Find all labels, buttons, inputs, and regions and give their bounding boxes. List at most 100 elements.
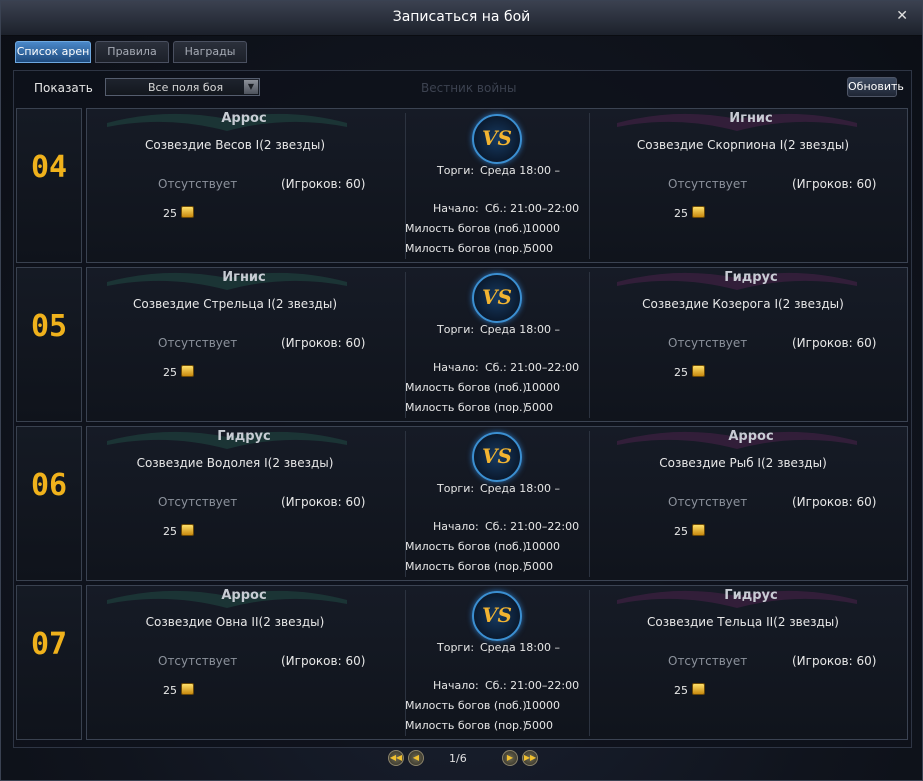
start-value: Сб.: 21:00–22:00 — [485, 679, 580, 692]
divider — [405, 113, 406, 259]
vs-icon: VS — [472, 432, 522, 482]
battle-card[interactable]: Игнис Созвездие Стрельца I(2 звезды) Отс… — [86, 267, 908, 422]
start-label: Начало: — [433, 520, 479, 533]
right-status: Отсутствует — [668, 336, 748, 350]
battle-row[interactable]: 04 Аррос Созвездие Весов I(2 звезды) Отс… — [16, 108, 908, 264]
battlefield-filter-select[interactable]: Все поля боя ▼ — [105, 78, 260, 96]
divider — [589, 272, 590, 418]
divider — [405, 590, 406, 736]
bid-label: Торги: — [437, 164, 475, 177]
favor-loss-value: 5000 — [525, 719, 553, 732]
left-reward: 25 — [163, 524, 194, 538]
prev-page-button[interactable]: ◀ — [408, 750, 424, 766]
right-constellation: Созвездие Скорпиона I(2 звезды) — [636, 138, 850, 152]
left-faction-name: Игнис — [222, 270, 266, 285]
left-players: (Игроков: 60) — [281, 336, 366, 350]
left-reward-amount: 25 — [163, 366, 177, 379]
right-constellation: Созвездие Козерога I(2 звезды) — [642, 297, 844, 311]
show-label: Показать — [34, 81, 93, 95]
chest-icon — [692, 365, 705, 377]
right-reward: 25 — [674, 365, 705, 379]
right-status: Отсутствует — [668, 654, 748, 668]
battle-number: 05 — [16, 267, 82, 422]
start-label: Начало: — [433, 361, 479, 374]
right-constellation: Созвездие Тельца II(2 звезды) — [647, 615, 839, 629]
left-players: (Игроков: 60) — [281, 495, 366, 509]
right-status: Отсутствует — [668, 495, 748, 509]
start-label: Начало: — [433, 202, 479, 215]
left-faction-name: Аррос — [221, 111, 267, 126]
first-page-button[interactable]: ◀◀ — [388, 750, 404, 766]
last-page-button[interactable]: ▶▶ — [522, 750, 538, 766]
left-faction-name: Аррос — [221, 588, 267, 603]
divider — [405, 272, 406, 418]
battle-row[interactable]: 07 Аррос Созвездие Овна II(2 звезды) Отс… — [16, 585, 908, 741]
refresh-button[interactable]: Обновить — [847, 77, 904, 97]
right-faction-name: Игнис — [729, 111, 773, 126]
left-constellation: Созвездие Стрельца I(2 звезды) — [132, 297, 338, 311]
battle-card[interactable]: Аррос Созвездие Весов I(2 звезды) Отсутс… — [86, 108, 908, 263]
right-reward-amount: 25 — [674, 684, 688, 697]
tab-rules[interactable]: Правила — [95, 41, 169, 63]
vs-icon: VS — [472, 273, 522, 323]
favor-win-label: Милость богов (поб.) — [405, 222, 527, 235]
favor-win-value: 10000 — [525, 540, 560, 553]
favor-win-label: Милость богов (поб.) — [405, 699, 527, 712]
favor-loss-label: Милость богов (пор.) — [405, 719, 527, 732]
page-indicator: 1/6 — [449, 752, 467, 765]
left-players: (Игроков: 60) — [281, 654, 366, 668]
chest-icon — [692, 683, 705, 695]
divider — [589, 590, 590, 736]
bid-value: Среда 18:00 – — [480, 641, 560, 654]
favor-loss-value: 5000 — [525, 401, 553, 414]
right-constellation: Созвездие Рыб I(2 звезды) — [659, 456, 827, 470]
left-constellation: Созвездие Водолея I(2 звезды) — [136, 456, 334, 470]
divider — [405, 431, 406, 577]
chest-icon — [181, 683, 194, 695]
chest-icon — [181, 365, 194, 377]
battle-card[interactable]: Аррос Созвездие Овна II(2 звезды) Отсутс… — [86, 585, 908, 740]
right-reward-amount: 25 — [674, 207, 688, 220]
start-value: Сб.: 21:00–22:00 — [485, 520, 580, 533]
chevron-down-icon[interactable]: ▼ — [244, 80, 258, 94]
chest-icon — [181, 524, 194, 536]
left-status: Отсутствует — [158, 336, 238, 350]
left-constellation: Созвездие Весов I(2 звезды) — [144, 138, 325, 152]
favor-win-label: Милость богов (поб.) — [405, 540, 527, 553]
right-reward-amount: 25 — [674, 366, 688, 379]
bid-value: Среда 18:00 – — [480, 323, 560, 336]
favor-win-value: 10000 — [525, 699, 560, 712]
left-reward: 25 — [163, 206, 194, 220]
favor-win-value: 10000 — [525, 222, 560, 235]
favor-win-value: 10000 — [525, 381, 560, 394]
left-reward-amount: 25 — [163, 207, 177, 220]
tab-arena-list[interactable]: Список арен — [15, 41, 91, 63]
battle-row[interactable]: 05 Игнис Созвездие Стрельца I(2 звезды) … — [16, 267, 908, 423]
battle-number: 07 — [16, 585, 82, 740]
left-reward-amount: 25 — [163, 684, 177, 697]
window-title: Записаться на бой — [392, 9, 531, 25]
chest-icon — [692, 524, 705, 536]
battle-row[interactable]: 06 Гидрус Созвездие Водолея I(2 звезды) … — [16, 426, 908, 582]
tab-rewards[interactable]: Награды — [173, 41, 247, 63]
close-icon[interactable]: ✕ — [896, 8, 908, 24]
left-faction-name: Гидрус — [217, 429, 271, 444]
battle-number: 04 — [16, 108, 82, 263]
divider — [589, 431, 590, 577]
start-value: Сб.: 21:00–22:00 — [485, 361, 580, 374]
favor-loss-label: Милость богов (пор.) — [405, 401, 527, 414]
left-constellation: Созвездие Овна II(2 звезды) — [145, 615, 325, 629]
divider — [589, 113, 590, 259]
right-reward: 25 — [674, 524, 705, 538]
favor-win-label: Милость богов (поб.) — [405, 381, 527, 394]
bid-label: Торги: — [437, 323, 475, 336]
arena-list-panel: Показать Все поля боя ▼ Вестник войны Об… — [13, 70, 912, 748]
left-status: Отсутствует — [158, 654, 238, 668]
right-faction-name: Гидрус — [724, 588, 778, 603]
right-faction-name: Гидрус — [724, 270, 778, 285]
bid-value: Среда 18:00 – — [480, 482, 560, 495]
war-herald-label: Вестник войны — [421, 81, 517, 95]
next-page-button[interactable]: ▶ — [502, 750, 518, 766]
vs-icon: VS — [472, 114, 522, 164]
battle-card[interactable]: Гидрус Созвездие Водолея I(2 звезды) Отс… — [86, 426, 908, 581]
